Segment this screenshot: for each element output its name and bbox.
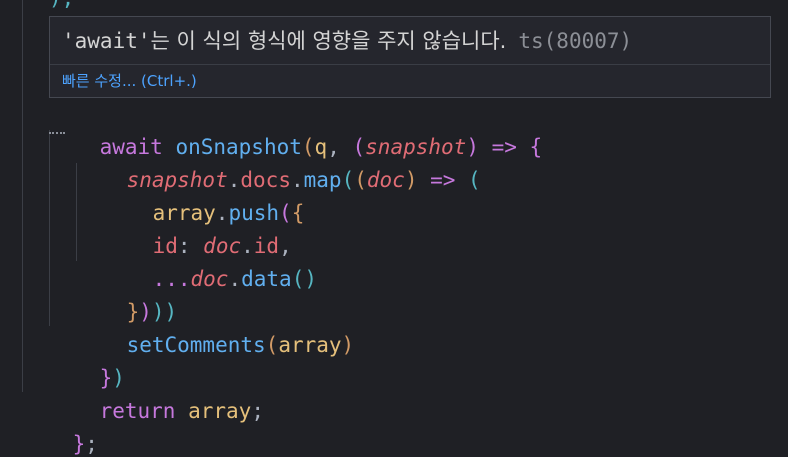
dot: . [228, 267, 242, 291]
variable: array [278, 333, 342, 357]
paren: ( [341, 168, 355, 192]
quoted-keyword: 'await' [62, 29, 151, 53]
message-text: 는 이 식의 형식에 영향을 주지 않습니다. [150, 29, 507, 53]
code-editor[interactable]: ), await onSnapshot(q, (snapshot) => { s… [0, 0, 788, 457]
code-line-3[interactable]: array.push({ [102, 165, 305, 225]
code-line-7[interactable]: setComments(array) [76, 297, 355, 357]
paren: ( [354, 168, 367, 192]
error-code: ts(80007) [518, 29, 633, 53]
paren: ) [341, 333, 355, 357]
code-line-5[interactable]: ...doc.data() [102, 231, 317, 291]
brace: { [529, 135, 543, 159]
brace: { [291, 201, 305, 225]
code-line-4[interactable]: id: doc.id, [102, 198, 292, 258]
code-fragment-top: ), [49, 0, 74, 14]
code-line-9[interactable]: return array; [49, 363, 264, 423]
code-line-6[interactable]: }))) [76, 264, 178, 324]
paren: () [291, 267, 317, 291]
divider [50, 64, 770, 65]
code-line-2[interactable]: snapshot.docs.map((doc) => ( [76, 132, 481, 192]
variable: array [188, 399, 252, 423]
code-line-10[interactable]: }; [22, 396, 98, 456]
quick-fix-link[interactable]: 빠른 수정... (Ctrl+.) [62, 69, 197, 93]
function-name: map [303, 168, 342, 192]
code-line-8[interactable]: }) [49, 330, 125, 390]
paren: ( [468, 168, 481, 192]
hint-squiggle [49, 129, 65, 134]
semicolon: ; [85, 432, 98, 456]
paren: ) [404, 168, 418, 192]
function-name: setComments [126, 333, 266, 357]
function-name: data [241, 267, 292, 291]
code-line-1[interactable]: await onSnapshot(q, (snapshot) => { [49, 99, 543, 159]
parameter: doc [190, 267, 229, 291]
arrow-operator: => [478, 135, 530, 159]
arrow-operator: => [417, 168, 469, 192]
semicolon: ; [251, 399, 264, 423]
keyword-return: return [99, 399, 176, 423]
paren: ( [265, 333, 279, 357]
indent-guide [22, 0, 23, 392]
diagnostic-message: 'await'는 이 식의 형식에 영향을 주지 않습니다. ts(80007) [62, 25, 632, 57]
brace: } [72, 432, 86, 456]
hover-tooltip: 'await'는 이 식의 형식에 영향을 주지 않습니다. ts(80007) … [49, 16, 771, 98]
parameter: doc [366, 168, 405, 192]
